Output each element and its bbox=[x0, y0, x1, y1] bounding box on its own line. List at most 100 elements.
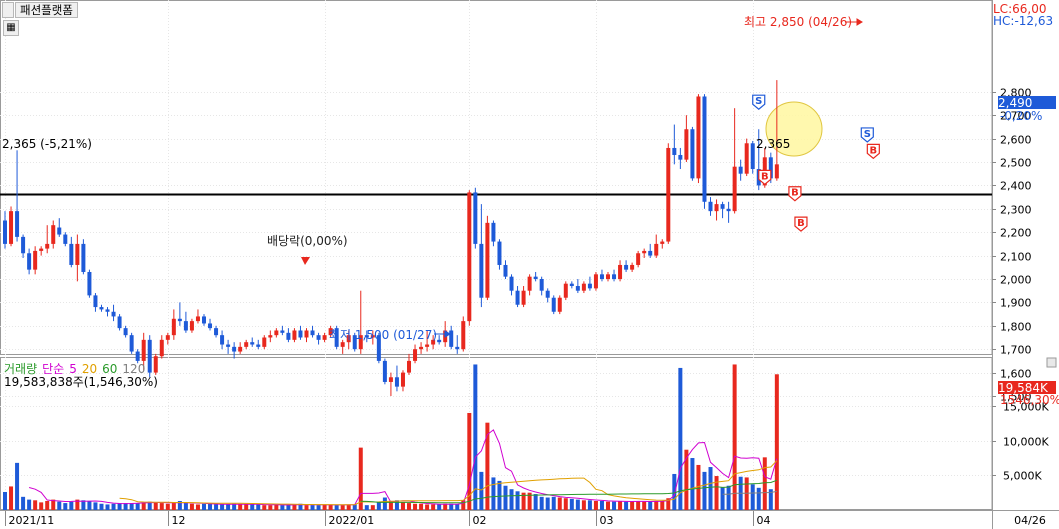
candle-body bbox=[455, 346, 460, 350]
candle-body bbox=[141, 339, 146, 361]
volume-bar bbox=[214, 504, 219, 510]
chart-menu-icon[interactable] bbox=[2, 2, 14, 18]
candle-body bbox=[515, 290, 520, 305]
candle bbox=[479, 204, 484, 308]
volume-bar bbox=[87, 500, 92, 510]
candle-body bbox=[105, 309, 110, 312]
volume-ma20-line bbox=[119, 460, 778, 506]
volume-bar bbox=[9, 486, 14, 510]
candle-body bbox=[563, 283, 568, 298]
candle bbox=[497, 239, 502, 270]
candle bbox=[33, 246, 38, 275]
volume-bar bbox=[497, 480, 502, 510]
volume-bar bbox=[99, 503, 104, 510]
volume-bar bbox=[612, 501, 617, 510]
volume-bar bbox=[654, 500, 659, 510]
candle bbox=[45, 225, 50, 254]
volume-bar bbox=[473, 364, 478, 510]
candle bbox=[726, 201, 731, 223]
volume-bar bbox=[141, 502, 146, 510]
volume-bar bbox=[159, 503, 164, 510]
candle-body bbox=[642, 250, 647, 254]
candle bbox=[69, 236, 74, 268]
candle-body bbox=[45, 243, 50, 249]
volume-bar bbox=[171, 503, 176, 510]
candle bbox=[171, 309, 176, 340]
candle bbox=[400, 370, 405, 392]
candle bbox=[738, 159, 743, 181]
volume-bar bbox=[316, 505, 321, 510]
x-tick-label: 2021/11 bbox=[9, 514, 55, 527]
dividend-annotation: 배당락(0,00%) bbox=[267, 234, 348, 248]
candle bbox=[684, 115, 689, 162]
volume-bar bbox=[238, 504, 243, 510]
y-tick-label: 2,600 bbox=[1000, 134, 1032, 147]
candle-body bbox=[774, 164, 779, 179]
volume-bar bbox=[63, 503, 68, 510]
candle bbox=[624, 260, 629, 272]
grid-settings-icon[interactable]: ▦ bbox=[3, 20, 19, 36]
volume-bar bbox=[304, 505, 309, 510]
volume-bar bbox=[33, 500, 38, 510]
candle bbox=[593, 271, 598, 291]
candle-body bbox=[298, 330, 303, 338]
candle bbox=[388, 372, 393, 396]
volume-bar bbox=[45, 500, 50, 510]
candle-body bbox=[238, 346, 243, 352]
volume-bar bbox=[461, 500, 466, 510]
candle bbox=[672, 124, 677, 165]
volume-bar bbox=[268, 505, 273, 510]
y-tick-label: 1,900 bbox=[1000, 297, 1032, 310]
candle bbox=[587, 276, 592, 291]
volume-pane-button bbox=[1046, 357, 1057, 368]
volume-bar bbox=[105, 504, 110, 510]
volume-bar bbox=[545, 497, 550, 510]
candle bbox=[485, 215, 490, 301]
volume-bar bbox=[407, 503, 412, 510]
candle-body bbox=[123, 328, 128, 336]
volume-bar bbox=[165, 503, 170, 510]
volume-bar bbox=[732, 364, 737, 510]
candle bbox=[310, 325, 315, 338]
candle bbox=[708, 197, 713, 216]
candle-body bbox=[606, 274, 610, 279]
volume-bar bbox=[636, 500, 641, 510]
volume-bar bbox=[581, 500, 586, 510]
candle bbox=[232, 342, 237, 359]
candle bbox=[630, 262, 635, 272]
candle-body bbox=[497, 241, 502, 265]
y-tick-label: 1,600 bbox=[1000, 368, 1032, 381]
candle bbox=[183, 311, 188, 333]
candle-body bbox=[214, 328, 219, 336]
candle-body bbox=[618, 264, 623, 279]
reference-line-label-right: 2,365 bbox=[756, 137, 791, 151]
candle-body bbox=[690, 129, 695, 179]
candle-body bbox=[21, 236, 26, 254]
candle-body bbox=[310, 330, 315, 336]
candle bbox=[292, 328, 297, 343]
volume-ma120-line bbox=[722, 490, 777, 495]
volume-bar bbox=[726, 485, 731, 510]
candle-body bbox=[129, 335, 134, 352]
candle bbox=[21, 234, 26, 258]
candle bbox=[111, 304, 116, 322]
volume-bar bbox=[624, 501, 629, 510]
candle-body bbox=[521, 290, 526, 305]
candle-body bbox=[51, 225, 56, 244]
candle bbox=[177, 302, 182, 326]
candle-body bbox=[491, 222, 496, 242]
candle bbox=[563, 281, 568, 301]
candle bbox=[208, 318, 213, 331]
volume-bar bbox=[774, 374, 779, 510]
candle-body bbox=[479, 243, 484, 298]
volume-bar bbox=[39, 502, 44, 510]
candle bbox=[153, 353, 158, 375]
volume-bar bbox=[310, 505, 315, 510]
stock-name-button[interactable]: 패션플랫폼 bbox=[15, 2, 78, 18]
candle-body bbox=[581, 283, 586, 291]
x-tick-label: 04/26 bbox=[1014, 514, 1046, 527]
candle-body bbox=[630, 264, 635, 270]
candle-body bbox=[419, 346, 424, 350]
candle bbox=[159, 335, 164, 359]
y-tick-label: 2,200 bbox=[1000, 227, 1032, 240]
